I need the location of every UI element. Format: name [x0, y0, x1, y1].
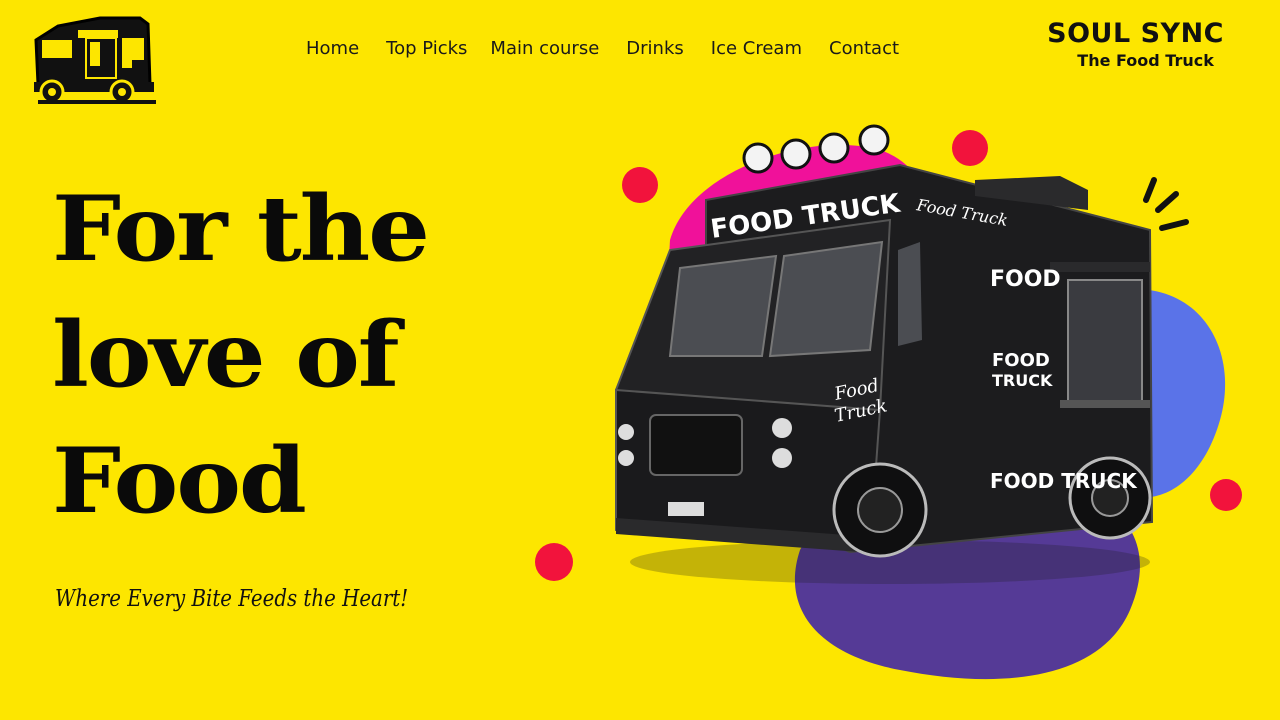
- nav-ice-cream[interactable]: Ice Cream: [711, 38, 802, 59]
- nav-main-course[interactable]: Main course: [490, 38, 599, 59]
- brand-block: SOUL SYNC The Food Truck: [1047, 18, 1224, 70]
- nav-top-picks[interactable]: Top Picks: [386, 38, 467, 59]
- nav-home[interactable]: Home: [306, 38, 359, 59]
- food-truck-logo[interactable]: [28, 12, 160, 108]
- nav-contact[interactable]: Contact: [829, 38, 899, 59]
- hero-title: For the love of Food: [52, 166, 570, 544]
- hero-title-line: For the: [52, 176, 430, 282]
- brand-tagline: The Food Truck: [1077, 51, 1214, 70]
- truck-side-food: FOOD: [990, 267, 1061, 292]
- truck-side-food-truck-1: FOOD: [992, 350, 1050, 371]
- truck-bottom-sign: FOOD TRUCK: [990, 469, 1138, 493]
- red-dot: [535, 543, 573, 581]
- brand-name: SOUL SYNC: [1047, 18, 1224, 49]
- hero-food-truck-illustration: FOOD TRUCK Food Truck FOOD FOOD TRUCK Fo…: [535, 124, 1242, 680]
- food-truck-graphic: FOOD TRUCK Food Truck FOOD FOOD TRUCK Fo…: [614, 124, 1154, 558]
- main-nav: Home Top Picks Main course Drinks Ice Cr…: [306, 38, 926, 59]
- red-dot: [622, 167, 658, 203]
- red-dot: [952, 130, 988, 166]
- nav-drinks[interactable]: Drinks: [626, 38, 683, 59]
- red-dot: [1210, 479, 1242, 511]
- hero-title-line: Food: [52, 428, 307, 534]
- hero-subtitle: Where Every Bite Feeds the Heart!: [55, 586, 409, 612]
- hero-title-line: love of: [52, 302, 400, 408]
- truck-side-food-truck-2: TRUCK: [992, 371, 1053, 390]
